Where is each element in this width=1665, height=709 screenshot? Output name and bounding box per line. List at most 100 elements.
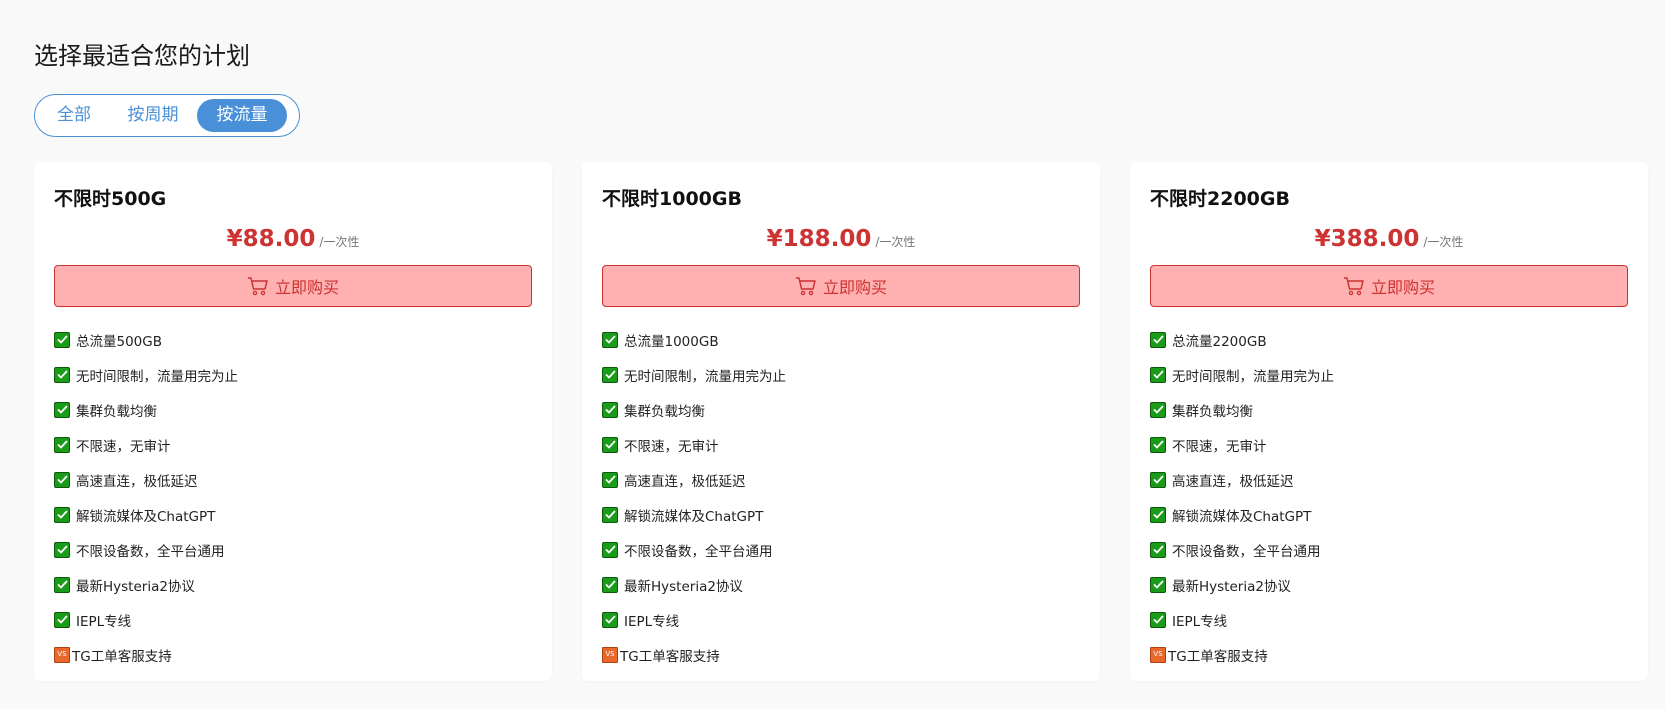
feature-item: 不限设备数，全平台通用	[602, 532, 786, 567]
feature-item: 不限设备数，全平台通用	[54, 532, 238, 567]
plan-price: ¥88.00	[226, 226, 316, 252]
feature-item: 不限速，无审计	[1150, 427, 1334, 462]
check-icon	[1150, 331, 1166, 348]
feature-text: IEPL专线	[1172, 613, 1228, 630]
feature-item: 解锁流媒体及ChatGPT	[1150, 497, 1334, 532]
buy-now-button[interactable]: 立即购买	[1150, 265, 1628, 307]
tab-by-period[interactable]: 按周期	[109, 99, 197, 132]
feature-text: IEPL专线	[624, 613, 680, 630]
feature-text: 不限设备数，全平台通用	[76, 543, 225, 560]
check-icon	[1150, 401, 1166, 418]
feature-item: 集群负载均衡	[602, 392, 786, 427]
check-icon	[602, 401, 618, 418]
feature-list: 总流量1000GB 无时间限制，流量用完为止集群负载均衡 不限速，无审计高速直连，极…	[602, 322, 786, 672]
price-row: ¥388.00/一次性	[1130, 226, 1648, 252]
check-icon	[602, 366, 618, 383]
check-icon	[54, 611, 70, 628]
plan-period: /一次性	[1423, 235, 1464, 249]
feature-text: 不限速，无审计	[76, 438, 171, 455]
plan-filter-tabs: 全部 按周期 按流量	[34, 94, 300, 137]
check-icon	[1150, 541, 1166, 558]
check-icon	[54, 576, 70, 593]
buy-button-label: 立即购买	[822, 278, 887, 297]
check-icon	[54, 436, 70, 453]
feature-text: 不限速，无审计	[1172, 438, 1267, 455]
check-icon	[602, 436, 618, 453]
check-icon	[54, 471, 70, 488]
vs-icon: VS	[602, 646, 618, 663]
feature-item: 总流量500GB	[54, 322, 238, 357]
buy-button-label: 立即购买	[1370, 278, 1435, 297]
buy-button-label: 立即购买	[274, 278, 339, 297]
feature-text: 集群负载均衡	[624, 403, 705, 420]
tab-by-traffic[interactable]: 按流量	[197, 99, 287, 132]
feature-item: 集群负载均衡	[1150, 392, 1334, 427]
feature-item: 最新Hysteria2协议	[54, 567, 238, 602]
check-icon	[1150, 611, 1166, 628]
plan-card: 不限时2200GB ¥388.00/一次性立即购买总流量2200GB 无时间限制，流…	[1130, 162, 1648, 681]
feature-item: IEPL专线	[602, 602, 786, 637]
tab-all[interactable]: 全部	[39, 99, 109, 132]
feature-item: VS TG工单客服支持	[1150, 637, 1334, 672]
feature-item: 无时间限制，流量用完为止	[602, 357, 786, 392]
feature-text: 最新Hysteria2协议	[624, 578, 743, 595]
feature-text: 集群负载均衡	[1172, 403, 1253, 420]
feature-text: TG工单客服支持	[1168, 648, 1268, 665]
check-icon	[54, 366, 70, 383]
check-icon	[54, 541, 70, 558]
check-icon	[54, 506, 70, 523]
feature-text: 无时间限制，流量用完为止	[1172, 368, 1334, 385]
feature-text: IEPL专线	[76, 613, 132, 630]
price-row: ¥88.00/一次性	[34, 226, 552, 252]
feature-item: VS TG工单客服支持	[54, 637, 238, 672]
check-icon	[1150, 471, 1166, 488]
feature-text: 解锁流媒体及ChatGPT	[624, 508, 764, 525]
feature-text: TG工单客服支持	[620, 648, 720, 665]
check-icon	[602, 506, 618, 523]
check-icon	[54, 401, 70, 418]
vs-icon: VS	[54, 646, 70, 663]
check-icon	[1150, 576, 1166, 593]
buy-now-button[interactable]: 立即购买	[54, 265, 532, 307]
feature-text: 最新Hysteria2协议	[1172, 578, 1291, 595]
buy-now-button[interactable]: 立即购买	[602, 265, 1080, 307]
plan-period: /一次性	[875, 235, 916, 249]
feature-item: 总流量1000GB	[602, 322, 786, 357]
feature-item: IEPL专线	[54, 602, 238, 637]
plan-card: 不限时1000GB ¥188.00/一次性 立即购买 总流量1000GB 无时间限制，流…	[582, 162, 1100, 681]
feature-item: 解锁流媒体及ChatGPT	[602, 497, 786, 532]
vs-icon: VS	[1150, 646, 1166, 663]
feature-item: 最新Hysteria2协议	[1150, 567, 1334, 602]
feature-text: TG工单客服支持	[72, 648, 172, 665]
plan-price: ¥388.00	[1314, 226, 1420, 252]
feature-text: 不限速，无审计	[624, 438, 719, 455]
feature-item: 不限速，无审计	[602, 427, 786, 462]
feature-list: 总流量2200GB 无时间限制，流量用完为止 集群负载均衡 不限速，无审计 高速直连，极…	[1150, 322, 1334, 672]
feature-text: 集群负载均衡	[76, 403, 157, 420]
feature-text: 高速直连，极低延迟	[76, 473, 198, 490]
feature-text: 解锁流媒体及ChatGPT	[76, 508, 216, 525]
plan-title: 不限时2200GB	[1150, 188, 1290, 210]
plan-period: /一次性	[319, 235, 360, 249]
feature-text: 高速直连，极低延迟	[1172, 473, 1294, 490]
feature-text: 高速直连，极低延迟	[624, 473, 746, 490]
check-icon	[602, 471, 618, 488]
feature-item: 集群负载均衡	[54, 392, 238, 427]
feature-item: VS TG工单客服支持	[602, 637, 786, 672]
plan-card: 不限时500G ¥88.00/一次性立即购买总流量500GB 无时间限制，流量用完为…	[34, 162, 552, 681]
check-icon	[1150, 366, 1166, 383]
feature-text: 总流量1000GB	[624, 333, 719, 350]
feature-item: IEPL专线	[1150, 602, 1334, 637]
feature-item: 不限设备数，全平台通用	[1150, 532, 1334, 567]
feature-list: 总流量500GB 无时间限制，流量用完为止 集群负载均衡 不限速，无审计高速直连，极低…	[54, 322, 238, 672]
plan-title: 不限时500G	[54, 188, 167, 210]
feature-text: 解锁流媒体及ChatGPT	[1172, 508, 1312, 525]
feature-text: 无时间限制，流量用完为止	[76, 368, 238, 385]
check-icon	[1150, 506, 1166, 523]
feature-item: 不限速，无审计	[54, 427, 238, 462]
feature-item: 解锁流媒体及ChatGPT	[54, 497, 238, 532]
cart-icon	[795, 276, 823, 296]
plan-price: ¥188.00	[766, 226, 872, 252]
page-title: 选择最适合您的计划	[34, 42, 250, 70]
feature-item: 无时间限制，流量用完为止	[54, 357, 238, 392]
